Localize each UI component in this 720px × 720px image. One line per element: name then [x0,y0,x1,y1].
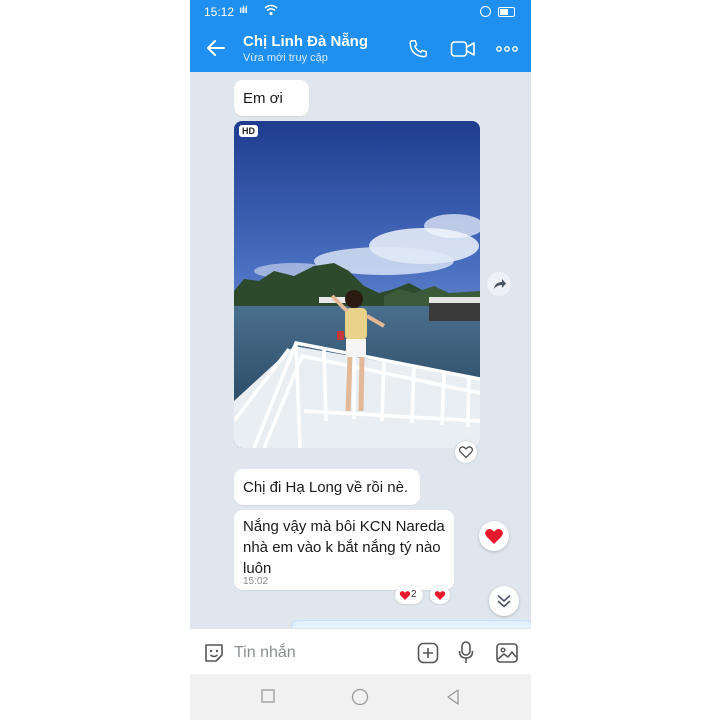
forward-arrow-icon [494,279,506,289]
photo-message[interactable]: HD [234,121,480,448]
signal-icon: ıılıl [239,5,248,16]
chat-header: Chị Linh Đà Nẵng Vừa mới truy cập [190,27,531,72]
home-icon[interactable] [351,688,369,706]
microphone-icon[interactable] [457,640,475,666]
reaction-count: 2 [411,589,417,600]
hd-badge: HD [239,125,258,137]
phone-screen: 15:12 ıılıl Chị Linh Đà Nẵng Vừa mới tru… [190,0,531,720]
back-arrow-icon[interactable] [204,36,228,60]
status-bar: 15:12 ıılıl [190,0,531,27]
contact-name[interactable]: Chị Linh Đà Nẵng [243,33,368,50]
message-input-bar: Tin nhắn [190,628,531,675]
message-bubble[interactable]: Chị đi Hạ Long về rồi nè. [234,469,420,505]
react-heart-button[interactable] [455,441,477,463]
clock: 15:12 [204,5,235,19]
video-call-icon[interactable] [450,39,476,59]
message-text: Em ơi [243,90,283,107]
heart-icon [485,528,503,544]
message-text: Chị đi Hạ Long về rồi nè. [243,479,409,496]
message-bubble[interactable]: Em ơi [234,80,309,116]
contact-status: Vừa mới truy cập [243,52,328,64]
heart-icon [434,591,446,600]
message-text: Nắng vậy mà bôi KCN Nareda nhà em vào k … [243,518,445,577]
reaction-count-badge[interactable]: 2 [395,586,423,604]
double-chevron-down-icon [497,595,511,608]
message-bubble[interactable]: Nắng vậy mà bôi KCN Nareda nhà em vào k … [234,510,454,590]
sticker-icon[interactable] [202,641,226,665]
alarm-icon [480,6,491,17]
phone-call-icon[interactable] [407,38,429,60]
heart-outline-icon [458,446,474,459]
reaction-button[interactable] [479,521,509,551]
system-navigation-bar [190,674,531,720]
reaction-badge[interactable] [430,586,450,604]
scroll-to-bottom-button[interactable] [489,586,519,616]
more-options-icon[interactable] [496,42,518,56]
message-input[interactable]: Tin nhắn [234,644,296,662]
back-nav-icon[interactable] [445,688,461,706]
wifi-icon [264,4,278,16]
forward-button[interactable] [487,272,511,296]
add-attachment-icon[interactable] [416,641,440,665]
battery-icon [498,7,515,17]
recent-apps-icon[interactable] [260,688,276,704]
photo-image [234,121,480,448]
image-gallery-icon[interactable] [495,641,519,665]
message-time: 15:02 [243,576,269,587]
